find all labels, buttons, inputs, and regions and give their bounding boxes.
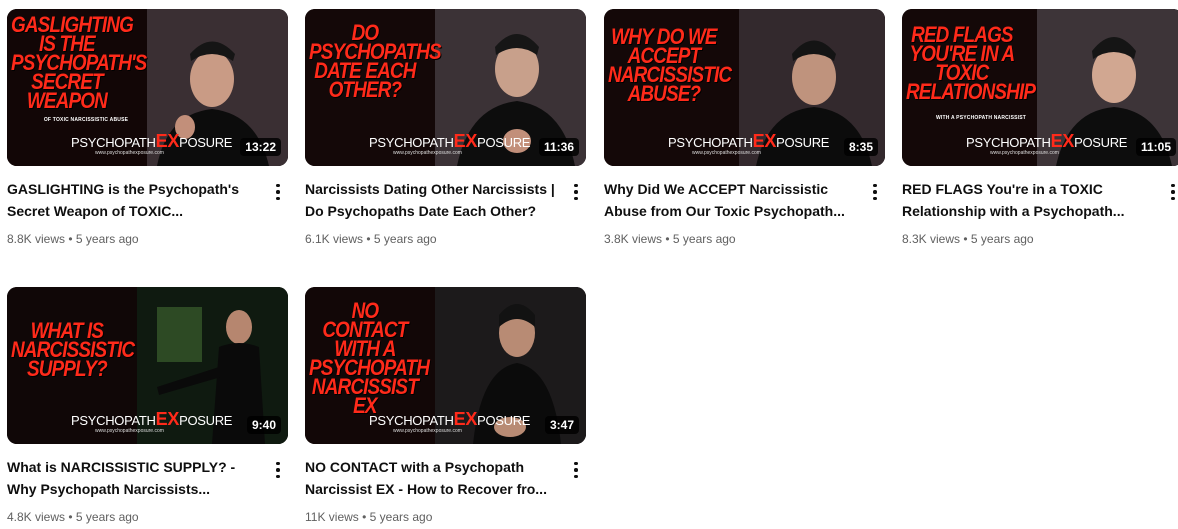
video-stats: 3.8K views • 5 years ago	[604, 232, 736, 246]
video-thumbnail[interactable]: DO PSYCHOPATHS DATE EACH OTHER? PSYCHOPA…	[305, 9, 586, 166]
video-meta: Narcissists Dating Other Narcissists | D…	[305, 178, 586, 247]
thumbnail-headline: DO PSYCHOPATHS DATE EACH OTHER?	[309, 20, 442, 102]
video-stats: 11K views • 5 years ago	[305, 510, 433, 524]
video-card[interactable]: DO PSYCHOPATHS DATE EACH OTHER? PSYCHOPA…	[305, 9, 586, 259]
video-card[interactable]: GASLIGHTING IS THE PSYCHOPATH'S SECRET W…	[7, 9, 288, 259]
video-card[interactable]: NO CONTACT WITH A PSYCHOPATH NARCISSIST …	[305, 287, 586, 529]
brand-logo: PSYCHOPATHEXPOSURE	[71, 409, 233, 429]
video-thumbnail[interactable]: NO CONTACT WITH A PSYCHOPATH NARCISSIST …	[305, 287, 586, 444]
video-meta: GASLIGHTING is the Psychopath's Secret W…	[7, 178, 288, 247]
video-thumbnail[interactable]: RED FLAGS YOU'RE IN A TOXIC RELATIONSHIP…	[902, 9, 1178, 166]
kebab-vertical-icon[interactable]	[1165, 180, 1178, 204]
video-stats: 8.3K views • 5 years ago	[902, 232, 1034, 246]
video-stats: 4.8K views • 5 years ago	[7, 510, 139, 524]
video-card[interactable]: RED FLAGS YOU'RE IN A TOXIC RELATIONSHIP…	[902, 9, 1178, 259]
brand-logo: PSYCHOPATHEXPOSURE	[71, 131, 233, 151]
thumbnail-headline: NO CONTACT WITH A PSYCHOPATH NARCISSIST …	[309, 298, 430, 418]
duration-badge: 13:22	[240, 138, 281, 156]
kebab-vertical-icon[interactable]	[568, 180, 584, 204]
video-thumbnail[interactable]: WHY DO WE ACCEPT NARCISSISTIC ABUSE? PSY…	[604, 9, 885, 166]
kebab-vertical-icon[interactable]	[270, 180, 286, 204]
thumbnail-headline: WHAT IS NARCISSISTIC SUPPLY?	[11, 318, 135, 381]
video-title[interactable]: Narcissists Dating Other Narcissists | D…	[305, 178, 557, 222]
video-card[interactable]: WHAT IS NARCISSISTIC SUPPLY? PSYCHOPATHE…	[7, 287, 288, 529]
duration-badge: 11:05	[1135, 138, 1176, 156]
brand-logo: PSYCHOPATHEXPOSURE	[668, 131, 830, 151]
brand-url: www.psychopathexposure.com	[990, 150, 1059, 156]
duration-badge: 3:47	[544, 416, 579, 434]
video-meta: RED FLAGS You're in a TOXIC Relationship…	[902, 178, 1178, 247]
video-stats: 8.8K views • 5 years ago	[7, 232, 139, 246]
video-title[interactable]: GASLIGHTING is the Psychopath's Secret W…	[7, 178, 259, 222]
video-title[interactable]: Why Did We ACCEPT Narcissistic Abuse fro…	[604, 178, 856, 222]
duration-badge: 11:36	[538, 138, 579, 156]
video-meta: Why Did We ACCEPT Narcissistic Abuse fro…	[604, 178, 885, 247]
thumbnail-subline: OF TOXIC NARCISSISTIC ABUSE	[43, 117, 129, 123]
kebab-vertical-icon[interactable]	[270, 458, 286, 482]
duration-badge: 8:35	[843, 138, 878, 156]
thumbnail-headline: WHY DO WE ACCEPT NARCISSISTIC ABUSE?	[608, 24, 732, 106]
kebab-vertical-icon[interactable]	[867, 180, 883, 204]
kebab-vertical-icon[interactable]	[568, 458, 584, 482]
video-title[interactable]: What is NARCISSISTIC SUPPLY? - Why Psych…	[7, 456, 259, 500]
brand-logo: PSYCHOPATHEXPOSURE	[369, 409, 531, 429]
video-thumbnail[interactable]: GASLIGHTING IS THE PSYCHOPATH'S SECRET W…	[7, 9, 288, 166]
brand-logo: PSYCHOPATHEXPOSURE	[966, 131, 1128, 151]
brand-logo: PSYCHOPATHEXPOSURE	[369, 131, 531, 151]
brand-url: www.psychopathexposure.com	[95, 150, 164, 156]
video-card[interactable]: WHY DO WE ACCEPT NARCISSISTIC ABUSE? PSY…	[604, 9, 885, 259]
brand-url: www.psychopathexposure.com	[393, 428, 462, 434]
video-meta: What is NARCISSISTIC SUPPLY? - Why Psych…	[7, 456, 288, 525]
video-meta: NO CONTACT with a Psychopath Narcissist …	[305, 456, 586, 525]
thumbnail-subline: WITH A PSYCHOPATH NARCISSIST	[935, 115, 1027, 121]
brand-url: www.psychopathexposure.com	[95, 428, 164, 434]
duration-badge: 9:40	[246, 416, 281, 434]
brand-url: www.psychopathexposure.com	[692, 150, 761, 156]
video-stats: 6.1K views • 5 years ago	[305, 232, 437, 246]
video-title[interactable]: RED FLAGS You're in a TOXIC Relationship…	[902, 178, 1154, 222]
thumbnail-headline: GASLIGHTING IS THE PSYCHOPATH'S SECRET W…	[11, 12, 147, 113]
video-thumbnail[interactable]: WHAT IS NARCISSISTIC SUPPLY? PSYCHOPATHE…	[7, 287, 288, 444]
video-title[interactable]: NO CONTACT with a Psychopath Narcissist …	[305, 456, 557, 500]
thumbnail-headline: RED FLAGS YOU'RE IN A TOXIC RELATIONSHIP	[906, 22, 1036, 104]
brand-url: www.psychopathexposure.com	[393, 150, 462, 156]
